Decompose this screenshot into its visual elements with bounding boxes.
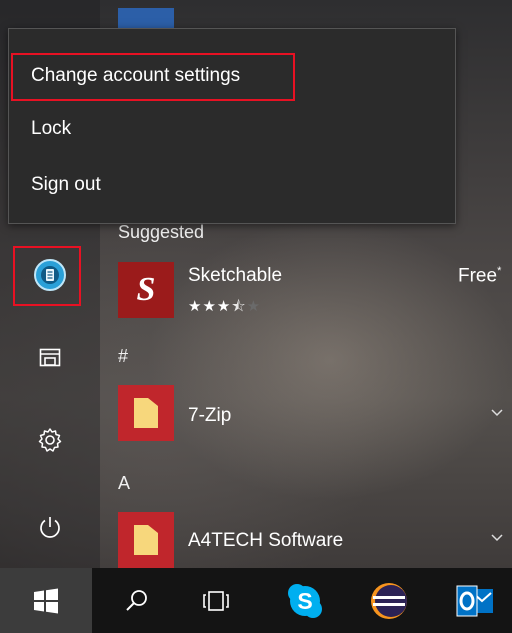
menu-item-lock[interactable]: Lock [9, 104, 455, 154]
start-button[interactable] [0, 568, 92, 633]
expand-7zip-button[interactable] [486, 402, 508, 424]
account-context-menu: Change account settings Lock Sign out [8, 28, 456, 224]
group-header-a: A [118, 473, 131, 493]
eclipse-taskbar-button[interactable] [356, 568, 422, 633]
skype-taskbar-button[interactable]: S [272, 568, 338, 633]
task-view-button[interactable] [183, 568, 249, 633]
suggested-header: Suggested [118, 222, 205, 242]
chevron-down-icon [491, 409, 503, 417]
menu-item-label: Lock [31, 118, 72, 139]
outlook-icon [456, 585, 493, 616]
app-name-a4tech[interactable]: A4TECH Software [188, 530, 343, 552]
search-button[interactable] [104, 568, 170, 633]
search-icon [126, 589, 147, 611]
gear-icon [38, 428, 62, 452]
price-mark: * [497, 265, 502, 277]
app-name-sketchable[interactable]: Sketchable [188, 265, 282, 287]
pinned-tile-peek[interactable] [118, 8, 174, 30]
file-explorer-icon [39, 348, 61, 367]
menu-highlight-box [11, 53, 295, 101]
chevron-down-icon [491, 534, 503, 542]
skype-icon: S [288, 583, 322, 618]
settings-button[interactable] [25, 415, 75, 465]
file-explorer-button[interactable] [25, 332, 75, 382]
price-label: Free* [458, 265, 501, 287]
sketchable-tile[interactable]: S [118, 262, 174, 318]
rating-stars: ★★★⯪★ [188, 298, 262, 315]
menu-item-sign-out[interactable]: Sign out [9, 160, 455, 210]
app-tile-7zip[interactable] [118, 385, 174, 441]
group-header-hash: # [118, 346, 129, 366]
folder-icon [134, 525, 158, 555]
power-button[interactable] [25, 502, 75, 552]
power-icon [40, 517, 60, 538]
menu-item-label: Sign out [31, 174, 101, 195]
app-name-7zip[interactable]: 7-Zip [188, 405, 231, 427]
sketchable-logo: S [136, 271, 156, 308]
folder-icon [134, 398, 158, 428]
svg-text:S: S [297, 588, 312, 614]
price-text: Free [458, 265, 498, 287]
expand-a4tech-button[interactable] [486, 527, 508, 549]
taskbar: S [0, 568, 512, 633]
avatar-highlight-box [13, 246, 81, 306]
windows-logo-icon [34, 588, 58, 613]
eclipse-icon [371, 582, 407, 619]
outlook-taskbar-button[interactable] [442, 568, 508, 633]
app-tile-a4tech[interactable] [118, 512, 174, 568]
task-view-icon [203, 590, 229, 611]
